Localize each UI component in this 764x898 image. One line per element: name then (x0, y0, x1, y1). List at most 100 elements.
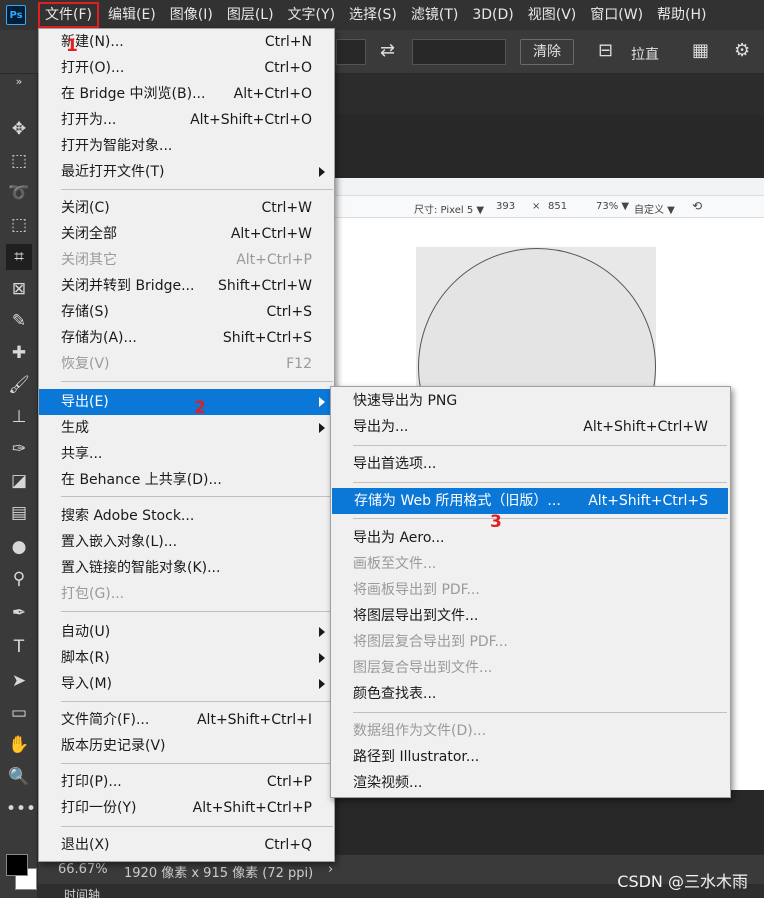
menu-item-save-as[interactable]: 存储为(A)... Shift+Ctrl+S (39, 325, 334, 351)
menu-item-scripts[interactable]: 脚本(R) (39, 645, 334, 671)
menu-item-save-for-web[interactable]: 存储为 Web 所用格式（旧版）... Alt+Shift+Ctrl+S (332, 488, 728, 514)
device-zoom-value: 73% ▼ (596, 201, 630, 212)
menu-item-export-preferences[interactable]: 导出首选项... (331, 451, 730, 477)
menu-item-new[interactable]: 新建(N)... Ctrl+N (39, 29, 334, 55)
menu-item-color-lookup-tables[interactable]: 颜色查找表... (331, 681, 730, 707)
menu-item-data-sets-as-files: 数据组作为文件(D)... (353, 723, 487, 739)
menu-item-version-history[interactable]: 版本历史记录(V) (39, 733, 334, 759)
crop-tool-icon[interactable]: ⌗ (6, 244, 32, 270)
zoom-level: 66.67% (58, 862, 108, 877)
status-menu-chevron-icon[interactable]: › (328, 862, 333, 877)
menu-edit[interactable]: 编辑(E) (103, 2, 161, 28)
menu-item-search-stock[interactable]: 搜索 Adobe Stock... (39, 503, 334, 529)
menu-file[interactable]: 文件(F) (38, 2, 99, 28)
menu-item-open[interactable]: 打开(O)... Ctrl+O (39, 55, 334, 81)
blur-tool-icon[interactable]: ● (6, 534, 32, 560)
menu-window[interactable]: 窗口(W) (585, 2, 648, 28)
menu-item-file-info[interactable]: 文件简介(F)... Alt+Shift+Ctrl+I (39, 707, 334, 733)
eraser-tool-icon[interactable]: ◪ (6, 468, 32, 494)
submenu-arrow-icon (319, 679, 325, 689)
menu-bar: Ps 文件(F) 编辑(E) 图像(I) 图层(L) 文字(Y) 选择(S) 滤… (0, 0, 764, 30)
annotation-step-2: 2 (194, 398, 206, 418)
menu-item-close-all[interactable]: 关闭全部 Alt+Ctrl+W (39, 221, 334, 247)
menu-view[interactable]: 视图(V) (523, 2, 582, 28)
menu-filter[interactable]: 滤镜(T) (406, 2, 463, 28)
clone-stamp-tool-icon[interactable]: ⊥ (6, 404, 32, 430)
menu-help[interactable]: 帮助(H) (652, 2, 711, 28)
menu-item-render-video[interactable]: 渲染视频... (331, 770, 730, 796)
straighten-icon[interactable]: ⊟ (598, 42, 613, 60)
rectangle-tool-icon[interactable]: ▭ (6, 700, 32, 726)
hand-tool-icon[interactable]: ✋ (6, 732, 32, 758)
straighten-label[interactable]: 拉直 (631, 44, 659, 64)
browser-bookmarks-strip (334, 178, 764, 196)
menu-item-close[interactable]: 关闭(C) Ctrl+W (39, 195, 334, 221)
path-select-tool-icon[interactable]: ➤ (6, 668, 32, 694)
file-menu-dropdown: 新建(N)... Ctrl+N 打开(O)... Ctrl+O 在 Bridge 中… (38, 28, 335, 862)
menu-item-automate[interactable]: 自动(U) (39, 619, 334, 645)
object-select-tool-icon[interactable]: ⬚ (6, 212, 32, 238)
menu-item-place-linked[interactable]: 置入链接的智能对象(K)... (39, 555, 334, 581)
zoom-tool-icon[interactable]: 🔍 (6, 764, 32, 790)
menu-separator (61, 189, 333, 190)
collapse-panel-icon[interactable]: » (6, 74, 32, 90)
gradient-tool-icon[interactable]: ▤ (6, 500, 32, 526)
eyedropper-tool-icon[interactable]: ✎ (6, 308, 32, 334)
menu-item-print[interactable]: 打印(P)... Ctrl+P (39, 769, 334, 795)
healing-brush-tool-icon[interactable]: ✚ (6, 340, 32, 366)
foreground-color-swatch[interactable] (6, 854, 28, 876)
move-tool-icon[interactable]: ✥ (6, 116, 32, 142)
menu-separator (353, 445, 727, 446)
menu-item-save[interactable]: 存储(S) Ctrl+S (39, 299, 334, 325)
menu-type[interactable]: 文字(Y) (283, 2, 340, 28)
lasso-tool-icon[interactable]: ➰ (6, 180, 32, 206)
menu-item-import[interactable]: 导入(M) (39, 671, 334, 697)
menu-item-share-behance[interactable]: 在 Behance 上共享(D)... (39, 467, 334, 493)
menu-separator (61, 701, 333, 702)
menu-select[interactable]: 选择(S) (344, 2, 402, 28)
export-submenu: 快速导出为 PNG 导出为... Alt+Shift+Ctrl+W 导出首选项..… (330, 386, 731, 798)
menu-item-close-goto-bridge[interactable]: 关闭并转到 Bridge... Shift+Ctrl+W (39, 273, 334, 299)
pen-tool-icon[interactable]: ✒ (6, 600, 32, 626)
menu-item-print-one-copy[interactable]: 打印一份(Y) Alt+Shift+Ctrl+P (39, 795, 334, 821)
gear-icon[interactable]: ⚙ (734, 42, 750, 60)
menu-item-share[interactable]: 共享... (39, 441, 334, 467)
menu-item-generate[interactable]: 生成 (39, 415, 334, 441)
submenu-arrow-icon (319, 627, 325, 637)
annotation-step-1: 1 (66, 36, 78, 56)
menu-item-quick-export-png[interactable]: 快速导出为 PNG (331, 388, 730, 414)
menu-item-place-embedded[interactable]: 置入嵌入对象(L)... (39, 529, 334, 555)
menu-separator (61, 611, 333, 612)
photoshop-logo: Ps (6, 5, 26, 25)
menu-item-layers-to-files[interactable]: 将图层导出到文件... (331, 603, 730, 629)
swap-icon[interactable]: ⇄ (380, 42, 395, 60)
menu-item-export-as[interactable]: 导出为... Alt+Shift+Ctrl+W (331, 414, 730, 440)
menu-item-artboards-to-files: 画板至文件... (353, 556, 437, 572)
brush-tool-icon[interactable]: 🖌 (6, 372, 32, 398)
menu-item-recent-files[interactable]: 最近打开文件(T) (39, 159, 334, 185)
width-field[interactable] (336, 39, 366, 65)
menu-3d[interactable]: 3D(D) (467, 2, 518, 28)
height-field[interactable] (412, 39, 506, 65)
menu-item-export[interactable]: 导出(E) (39, 389, 334, 415)
menu-item-exit[interactable]: 退出(X) Ctrl+Q (39, 832, 334, 858)
menu-layer[interactable]: 图层(L) (222, 2, 279, 28)
menu-item-open-as[interactable]: 打开为... Alt+Shift+Ctrl+O (39, 107, 334, 133)
menu-item-browse-bridge[interactable]: 在 Bridge 中浏览(B)... Alt+Ctrl+O (39, 81, 334, 107)
history-brush-tool-icon[interactable]: ✑ (6, 436, 32, 462)
menu-item-open-smart-object[interactable]: 打开为智能对象... (39, 133, 334, 159)
frame-tool-icon[interactable]: ⊠ (6, 276, 32, 302)
type-tool-icon[interactable]: T (6, 634, 32, 660)
marquee-tool-icon[interactable]: ⬚ (6, 148, 32, 174)
menu-item-paths-to-illustrator[interactable]: 路径到 Illustrator... (331, 744, 730, 770)
menu-item-revert: 恢复(V) F12 (61, 356, 312, 372)
dodge-tool-icon[interactable]: ⚲ (6, 566, 32, 592)
more-tools-icon[interactable]: ••• (6, 796, 36, 822)
submenu-arrow-icon (319, 397, 325, 407)
clear-button[interactable]: 清除 (520, 39, 574, 65)
menu-item-export-aero[interactable]: 导出为 Aero... (331, 525, 730, 551)
menu-image[interactable]: 图像(I) (165, 2, 218, 28)
menu-item-layer-comps-to-files: 图层复合导出到文件... (353, 660, 493, 676)
watermark: CSDN @三水木雨 (617, 872, 748, 891)
grid-overlay-icon[interactable]: ▦ (692, 42, 709, 60)
